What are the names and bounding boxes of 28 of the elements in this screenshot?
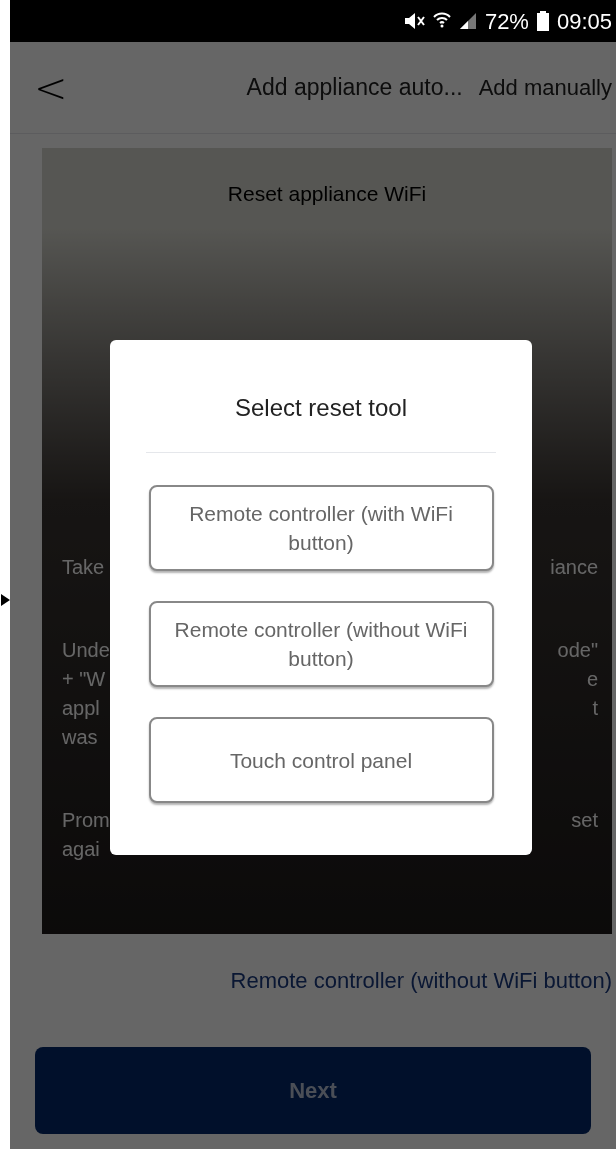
instruction-text-fragment: e: [586, 666, 598, 692]
instruction-text-fragment: agai: [62, 836, 100, 862]
add-manually-link[interactable]: Add manually: [478, 71, 616, 104]
instruction-text-fragment: t: [592, 695, 598, 721]
clock-time: 09:05: [556, 7, 612, 36]
panel-title: Reset appliance WiFi: [227, 181, 427, 207]
instruction-text-fragment: Unde: [62, 637, 110, 663]
page-title: Add appliance auto...: [245, 73, 464, 103]
pointer-arrow-icon: [0, 594, 10, 606]
selected-tool-link[interactable]: Remote controller (without WiFi button): [230, 964, 616, 997]
next-button[interactable]: Next: [35, 1047, 591, 1134]
mute-icon: [402, 12, 425, 30]
battery-icon: [536, 11, 549, 31]
instruction-text-fragment: set: [571, 807, 598, 833]
back-button[interactable]: <: [10, 67, 80, 108]
instruction-text-fragment: iance: [550, 554, 598, 580]
signal-icon: [458, 12, 477, 30]
instruction-text-fragment: Prom: [62, 807, 110, 833]
battery-percent: 72%: [484, 7, 529, 36]
reset-tool-option[interactable]: Remote controller (with WiFi button): [148, 485, 494, 571]
instruction-text-fragment: + "W: [62, 666, 106, 692]
dialog-title: Select reset tool: [234, 393, 408, 423]
reset-tool-option[interactable]: Touch control panel: [148, 717, 494, 803]
instruction-text-fragment: appl: [62, 695, 100, 721]
reset-tool-option[interactable]: Remote controller (without WiFi button): [148, 601, 494, 687]
instruction-text-fragment: ode": [557, 637, 598, 663]
instruction-text-fragment: Take: [62, 554, 105, 580]
instruction-text-fragment: was: [62, 724, 98, 750]
